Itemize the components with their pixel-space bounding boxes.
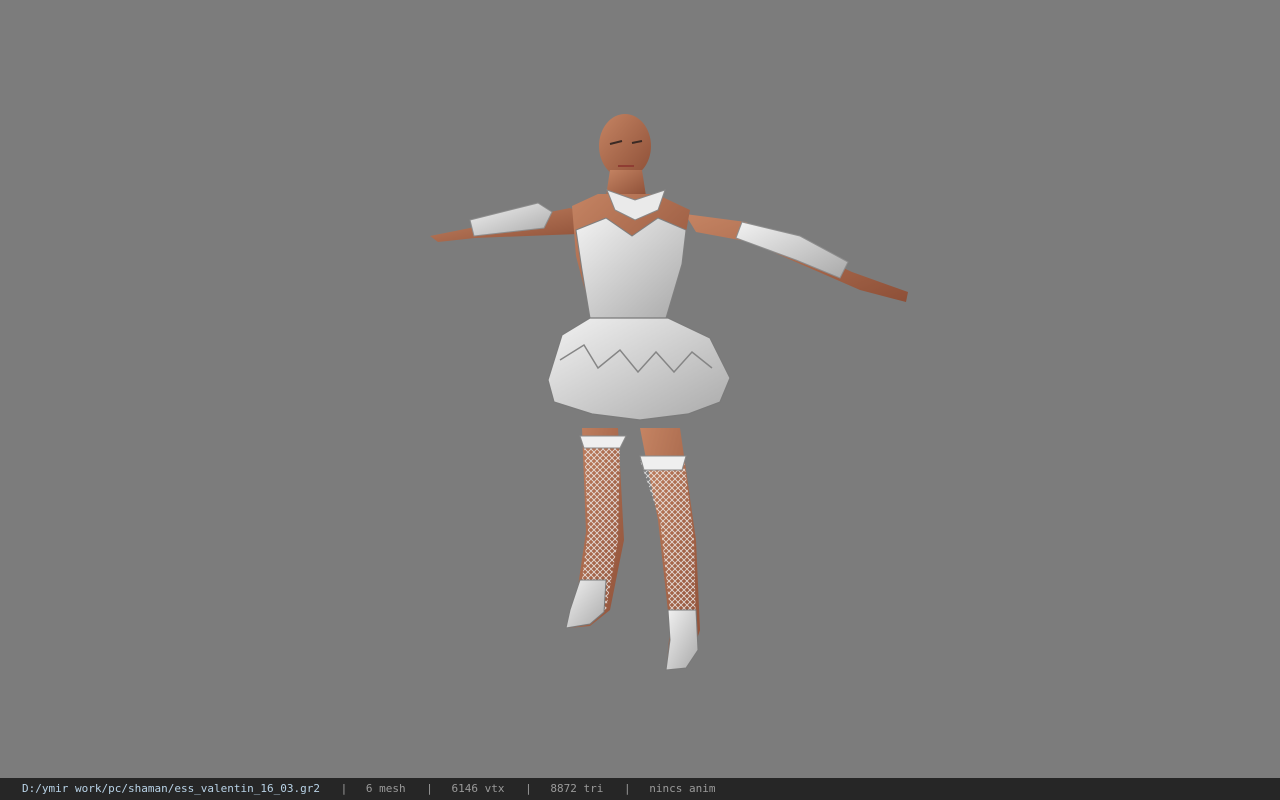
vertex-count: 6146 vtx [451,782,505,795]
status-bar: D:/ymir work/pc/shaman/ess_valentin_16_0… [0,778,1280,800]
status-separator: | [426,782,433,795]
status-separator: | [340,782,348,795]
animation-status: nincs anim [649,782,716,795]
file-path: D:/ymir work/pc/shaman/ess_valentin_16_0… [22,782,321,795]
status-separator: | [525,782,532,795]
3d-viewport[interactable] [0,0,1280,778]
character-model-icon [430,114,908,671]
status-separator: | [623,782,631,795]
mesh-count: 6 mesh [365,782,406,795]
triangle-count: 8872 tri [550,782,604,795]
